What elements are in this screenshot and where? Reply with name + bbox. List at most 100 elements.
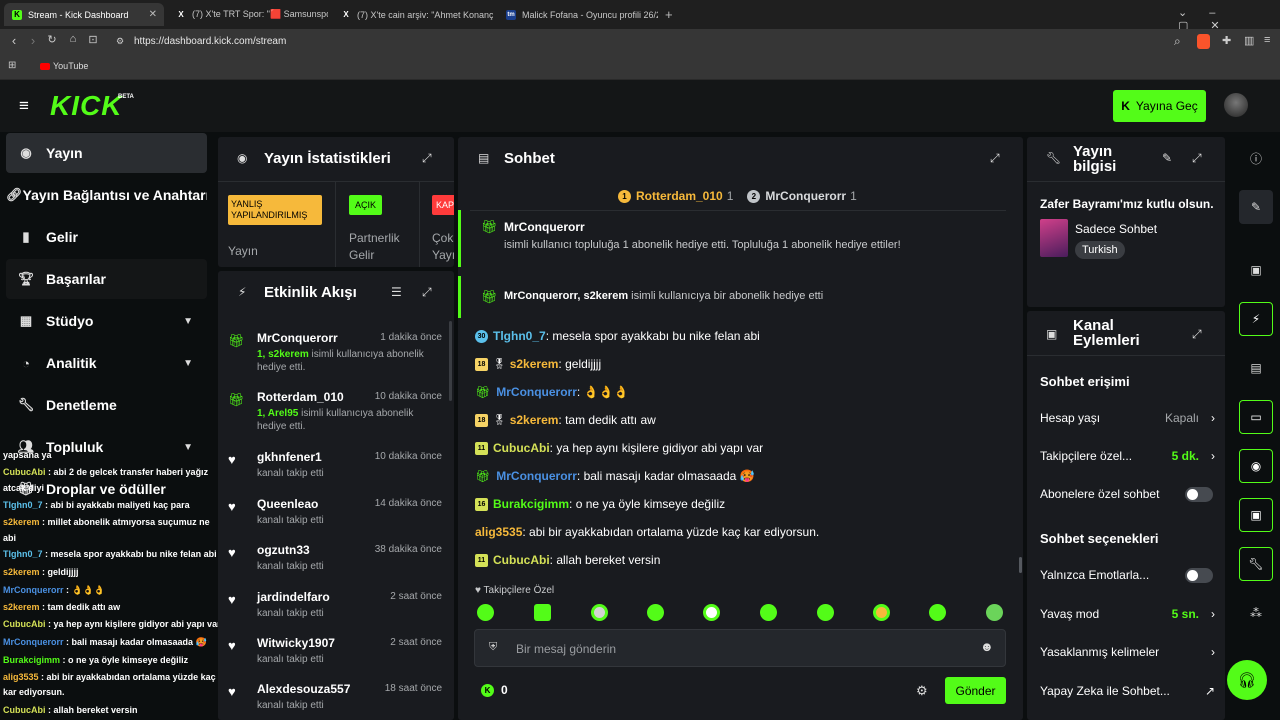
sidebar-icon[interactable]: ▥: [1244, 34, 1254, 47]
activity-event[interactable]: ♥ Alexdesouza557 18 saat önce kanalı tak…: [228, 682, 444, 720]
tab-close-icon[interactable]: ✕: [149, 9, 157, 20]
emote-icon[interactable]: [760, 604, 777, 621]
notes-icon[interactable]: ▤: [1239, 351, 1273, 385]
activity-scrollbar[interactable]: [449, 321, 452, 401]
chat-scrollbar[interactable]: [1019, 557, 1022, 573]
chat-message[interactable]: 30 Tlghn0_7: mesela spor ayakkabı bu nike…: [475, 329, 760, 343]
chat-message[interactable]: 18 🎖︎ s2kerem: tam dedik attı aw: [475, 413, 656, 427]
setting-ai-chat[interactable]: Yapay Zeka ile Sohbet... ↗: [1040, 684, 1215, 700]
expand-icon[interactable]: ⤢: [1192, 151, 1202, 166]
browser-tab[interactable]: X (7) X'te TRT Spor: "🟥 Samsunspor x: [168, 3, 328, 26]
toggle-switch[interactable]: [1185, 487, 1213, 505]
zoom-icon[interactable]: ⌕: [1174, 34, 1181, 49]
stat-card-partnership[interactable]: AÇIK Partnerlik Gelir: [336, 182, 420, 267]
nav-item-revenue[interactable]: ▮ Gelir: [6, 217, 207, 257]
go-live-button[interactable]: K Yayına Geç: [1113, 90, 1206, 122]
emote-icon[interactable]: [873, 604, 890, 621]
forward-icon[interactable]: ›: [25, 33, 41, 48]
chat-input[interactable]: ⛨ Bir mesaj gönderin ☻: [474, 629, 1006, 667]
chat-message[interactable]: 11 CubucAbi: ya hep aynı kişilere gidiyor…: [475, 441, 763, 455]
emote-icon[interactable]: [929, 604, 946, 621]
kicks-counter[interactable]: K 0: [481, 683, 508, 697]
setting-emotes-only[interactable]: Yalnızca Emotlarla...: [1040, 568, 1215, 584]
url-field[interactable]: https://dashboard.kick.com/stream: [134, 36, 286, 47]
setting-slow-mode[interactable]: Yavaş mod 5 sn. ›: [1040, 607, 1215, 623]
chat-message[interactable]: 16 Burakcigimm: o ne ya öyle kimseye deği…: [475, 497, 725, 511]
activity-icon[interactable]: ⚡︎: [1239, 302, 1273, 336]
chat-user[interactable]: CubucAbi: [493, 441, 550, 455]
emote-icon[interactable]: [647, 604, 664, 621]
info-icon[interactable]: ⓘ: [1239, 141, 1273, 175]
chat-user[interactable]: Burakcigimm: [493, 497, 569, 511]
chat-message[interactable]: 🎁︎ MrConquerorr: bali masajı kadar olmasa…: [475, 469, 755, 483]
home-icon[interactable]: ⌂: [65, 33, 81, 45]
emote-icon[interactable]: [986, 604, 1003, 621]
emote-icon[interactable]: [591, 604, 608, 621]
hamburger-icon[interactable]: ≡: [19, 96, 29, 116]
back-icon[interactable]: ‹: [6, 33, 22, 48]
apps-icon[interactable]: ⊞: [8, 60, 16, 71]
activity-event[interactable]: ♥ Queenleao 14 dakika önce kanalı takip …: [228, 497, 444, 537]
gift-user[interactable]: MrConquerorr: [504, 220, 585, 234]
emote-icon[interactable]: [703, 604, 720, 621]
bookmark-youtube[interactable]: YouTube: [53, 61, 88, 71]
channel-actions-icon[interactable]: ▣: [1239, 498, 1273, 532]
chat-user[interactable]: MrConquerorr: [496, 385, 577, 399]
stat-card-multistream[interactable]: KAP Çok Yayı: [420, 182, 454, 267]
language-tag[interactable]: Turkish: [1075, 241, 1125, 259]
nav-item-achievements[interactable]: 🏆︎ Başarılar: [6, 259, 207, 299]
category-name[interactable]: Sadece Sohbet: [1075, 222, 1157, 236]
avatar[interactable]: [1224, 93, 1248, 117]
emote-icon[interactable]: [534, 604, 551, 621]
setting-subscribers-only[interactable]: Abonelere özel sohbet: [1040, 487, 1215, 503]
setting-banned-words[interactable]: Yasaklanmış kelimeler ›: [1040, 645, 1215, 661]
nav-item-stream-key[interactable]: 🔗︎ Yayın Bağlantısı ve Anahtarı: [6, 175, 207, 215]
browser-tab[interactable]: K Stream - Kick Dashboard ✕: [4, 3, 164, 26]
leader-name[interactable]: Rotterdam_010: [636, 189, 723, 203]
chat-message[interactable]: 11 CubucAbi: allah bereket versin: [475, 553, 660, 567]
extensions-icon[interactable]: ✚: [1222, 34, 1231, 47]
nav-item-analytics[interactable]: ◔ Analitik ▼: [6, 343, 207, 383]
preview-icon[interactable]: ▣: [1239, 253, 1273, 287]
chat-user[interactable]: Tlghn0_7: [493, 329, 546, 343]
activity-event[interactable]: ♥ Witwicky1907 2 saat önce kanalı takip …: [228, 636, 444, 676]
emoji-icon[interactable]: ☻: [980, 639, 994, 654]
chat-user[interactable]: s2kerem: [510, 413, 559, 427]
reload-icon[interactable]: ↻: [44, 33, 60, 46]
chat-message[interactable]: 18 🎖︎ s2kerem: geldijjjj: [475, 357, 601, 371]
emote-icon[interactable]: [477, 604, 494, 621]
leader-name[interactable]: MrConquerorr: [765, 189, 846, 203]
community-icon[interactable]: ⁂: [1239, 596, 1273, 630]
expand-icon[interactable]: ⤢: [1192, 327, 1202, 342]
bookmark-icon[interactable]: ⊡: [85, 33, 101, 46]
activity-event[interactable]: 🎁︎ Rotterdam_010 10 dakika önce 1, Arel9…: [228, 390, 444, 440]
browser-tab[interactable]: X (7) X'te cain arşiv: "Ahmet Konanç - R: [333, 3, 493, 26]
edit-icon[interactable]: ✎: [1162, 151, 1172, 165]
nav-item-moderation[interactable]: 🔧︎ Denetleme: [6, 385, 207, 425]
chat-settings-icon[interactable]: ⚙: [916, 683, 928, 699]
activity-event[interactable]: ♥ ogzutn33 38 dakika önce kanalı takip e…: [228, 543, 444, 583]
menu-icon[interactable]: ≡: [1264, 34, 1270, 46]
expand-icon[interactable]: ⤢: [990, 151, 1000, 166]
send-button[interactable]: Gönder: [945, 677, 1006, 704]
chat-message[interactable]: alig3535: abi bir ayakkabıdan ortalama y…: [475, 525, 819, 539]
stat-card-stream[interactable]: YANLIŞ YAPILANDIRILMIŞ Yayın: [218, 182, 336, 267]
kick-logo[interactable]: KICK: [50, 90, 122, 122]
chat-message[interactable]: 🎁︎ MrConquerorr: 👌👌👌: [475, 385, 628, 399]
chat-user[interactable]: s2kerem: [510, 357, 559, 371]
filter-icon[interactable]: ☰: [391, 285, 402, 299]
chat-user[interactable]: alig3535: [475, 525, 522, 539]
new-tab-icon[interactable]: +: [665, 7, 673, 22]
setting-followers-only[interactable]: Takipçilere özel... 5 dk. ›: [1040, 449, 1215, 465]
toggle-switch[interactable]: [1185, 568, 1213, 586]
expand-icon[interactable]: ⤢: [422, 151, 432, 166]
activity-event[interactable]: 🎁︎ MrConquerorr 1 dakika önce 1, s2kerem…: [228, 331, 444, 381]
setting-account-age[interactable]: Hesap yaşı Kapalı ›: [1040, 411, 1215, 427]
chat-user[interactable]: MrConquerorr: [496, 469, 577, 483]
site-info-icon[interactable]: ⚙: [116, 36, 124, 47]
emote-icon[interactable]: [817, 604, 834, 621]
stream-icon[interactable]: ◉: [1239, 449, 1273, 483]
chat-user[interactable]: CubucAbi: [493, 553, 550, 567]
chat-icon[interactable]: ▭: [1239, 400, 1273, 434]
edit-stream-info-icon[interactable]: ✎: [1239, 190, 1273, 224]
